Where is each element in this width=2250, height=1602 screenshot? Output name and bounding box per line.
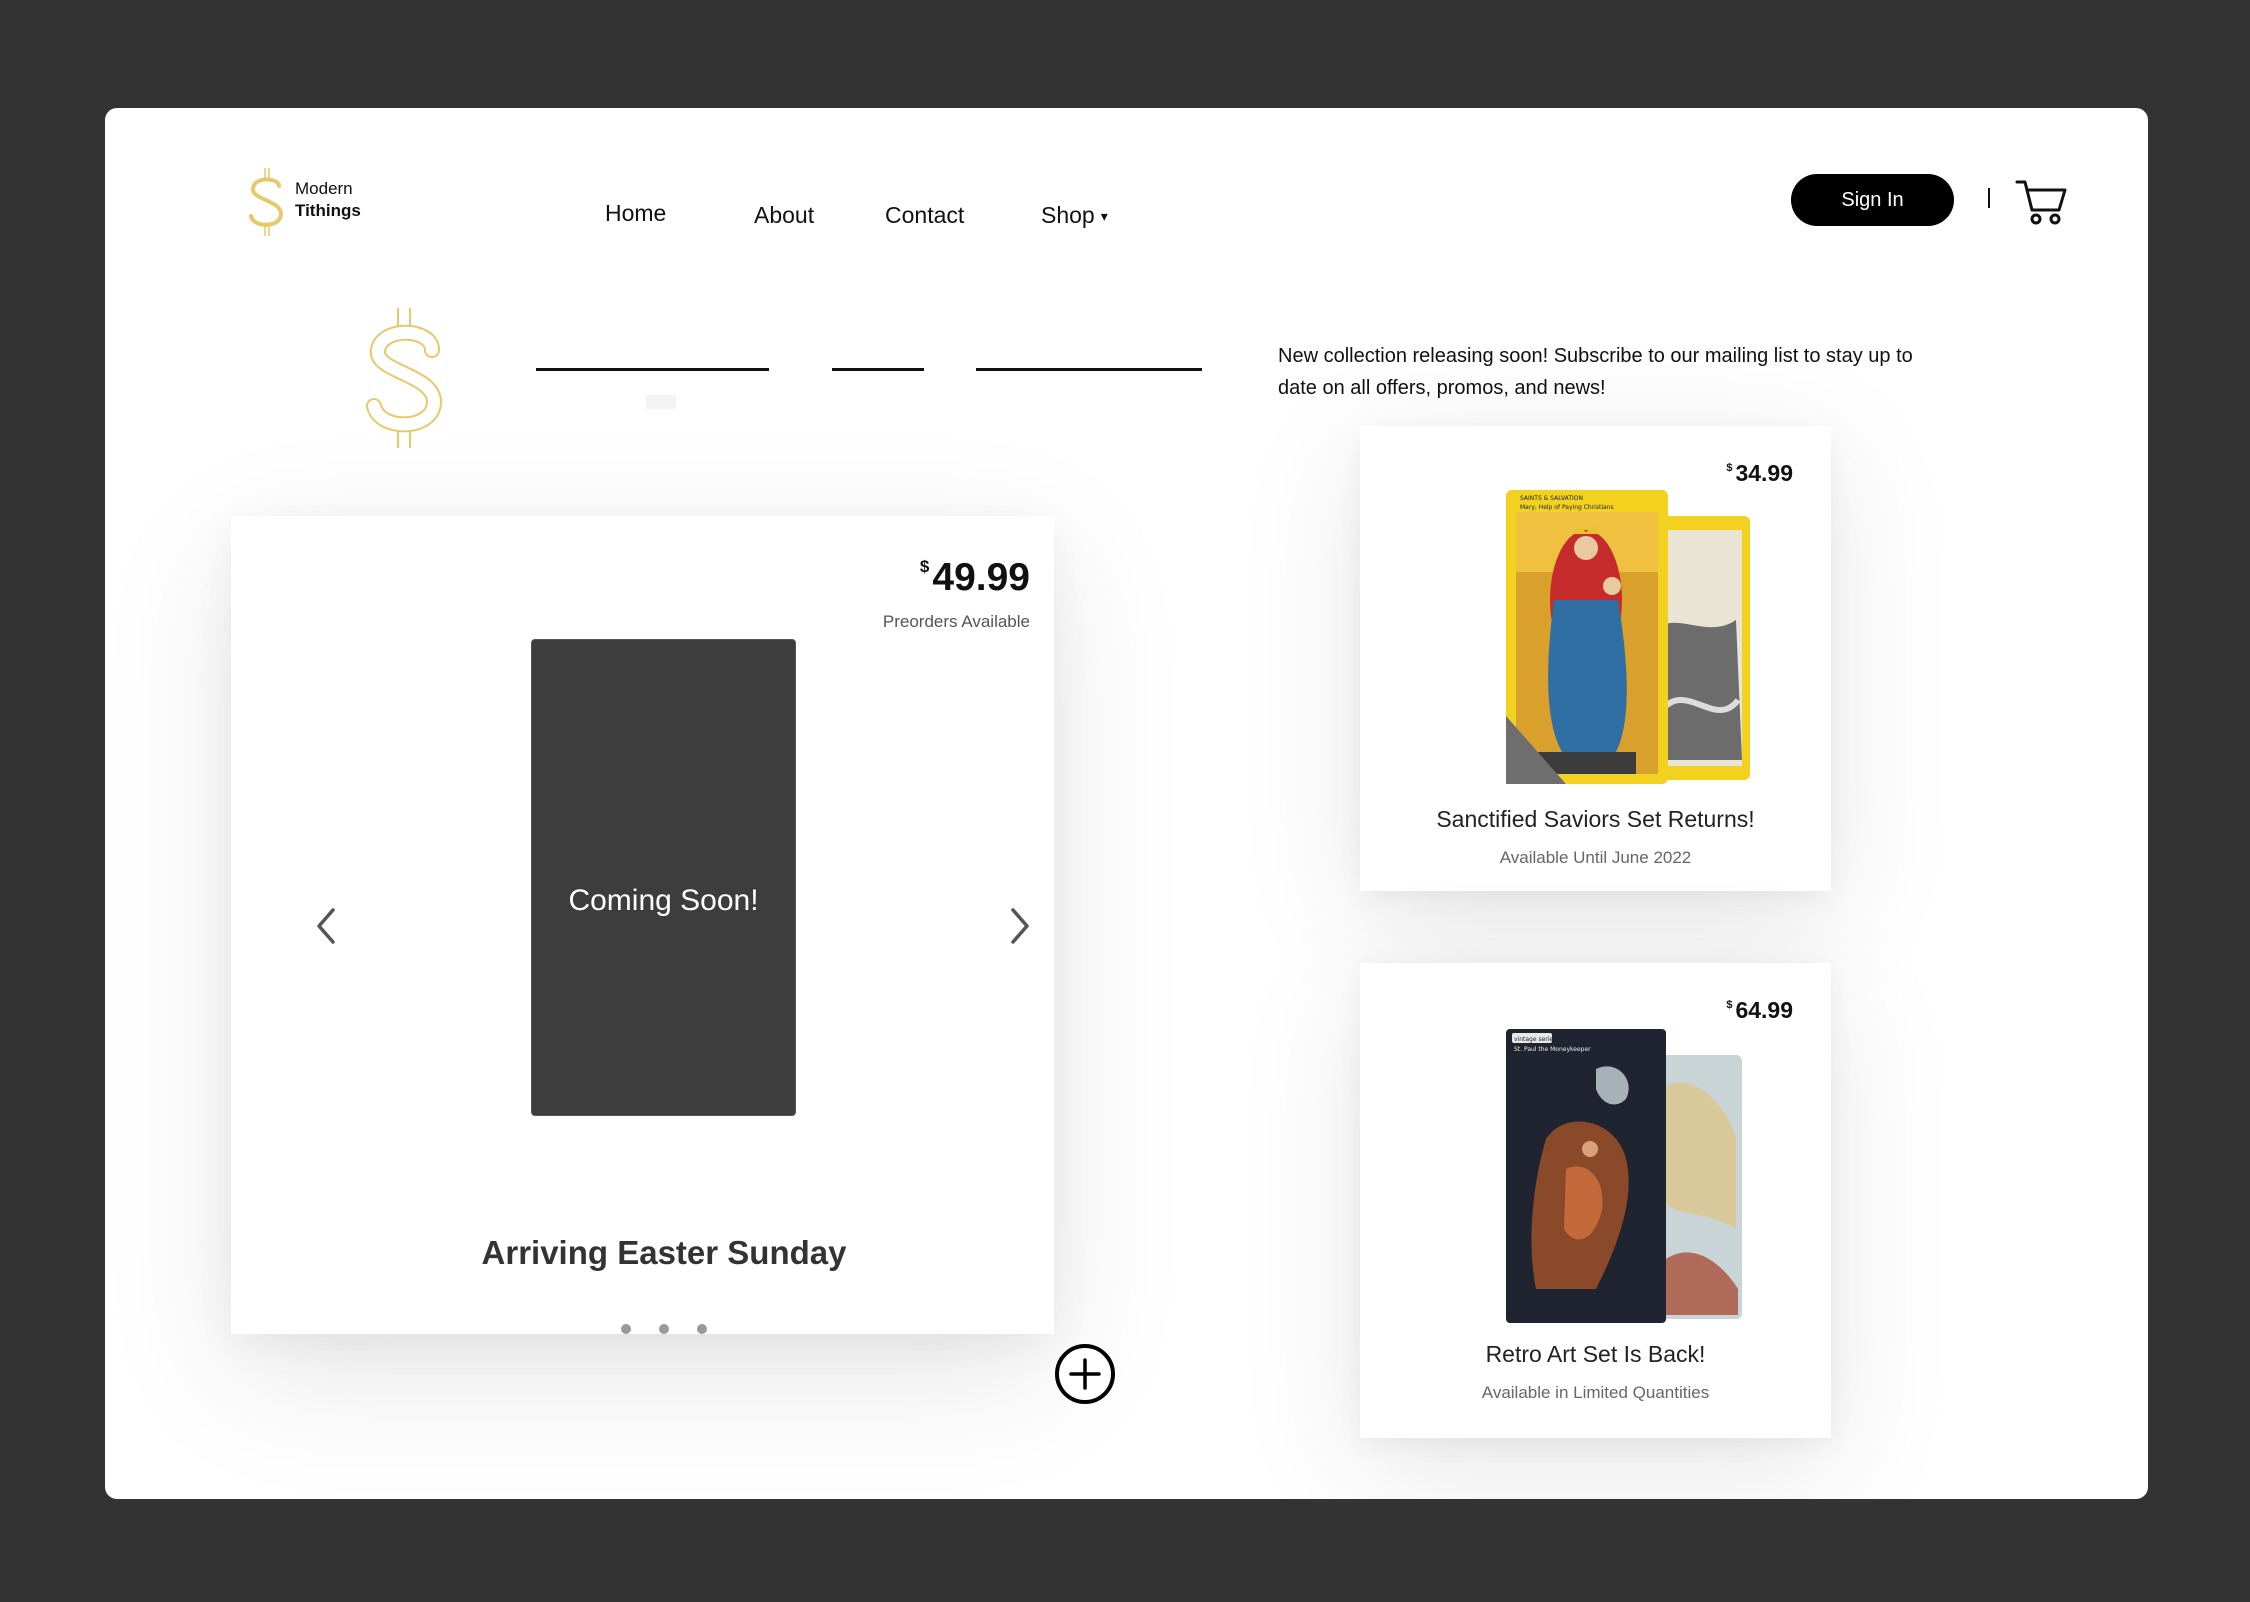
carousel-dots <box>231 1321 1097 1339</box>
product-image: SAINTS & SALVATION Mary, Help of Paying … <box>1506 490 1750 784</box>
featured-price: $49.99 <box>920 556 1030 600</box>
hero-decor-block <box>646 395 676 409</box>
currency-symbol: $ <box>919 557 930 576</box>
currency-symbol: $ <box>1726 462 1733 474</box>
product-image: vintage series St. Paul the Moneykeeper <box>1506 1029 1742 1323</box>
chevron-right-icon[interactable] <box>1007 904 1035 948</box>
page-frame: Modern Tithings Home About Contact Shop ▾… <box>105 108 2148 1499</box>
product-title: Retro Art Set Is Back! <box>1485 1341 1706 1367</box>
brand-name: Modern Tithings <box>295 178 361 222</box>
nav-home-link[interactable]: Home <box>605 200 666 227</box>
carousel-dot[interactable] <box>659 1324 669 1334</box>
product-subtitle: Available in Limited Quantities <box>1481 1383 1710 1402</box>
product-price: $34.99 <box>1726 460 1793 487</box>
nav-contact-link[interactable]: Contact <box>885 202 964 229</box>
nav-shop-label: Shop <box>1041 202 1095 228</box>
cart-icon[interactable] <box>2015 176 2069 226</box>
product-card[interactable]: $64.99 vintage series St. Paul the Money… <box>1360 963 1831 1438</box>
nav-about-link[interactable]: About <box>754 202 814 229</box>
brand-line-1: Modern <box>295 179 353 198</box>
hero-line <box>832 368 924 371</box>
product-subtitle: Available Until June 2022 <box>1499 848 1692 867</box>
nav-shop-dropdown[interactable]: Shop ▾ <box>1041 202 1108 229</box>
header-divider <box>1988 188 1990 208</box>
featured-product-image[interactable]: Coming Soon! <box>531 639 796 1116</box>
product-card[interactable]: $34.99 SAINTS & SALVATION Mary, Help of … <box>1360 426 1831 891</box>
card-label-name: Mary, Help of Paying Christians <box>1520 504 1614 511</box>
brand-line-2: Tithings <box>295 201 361 220</box>
carousel-dot[interactable] <box>621 1324 631 1334</box>
product-price-value: 64.99 <box>1735 997 1793 1023</box>
currency-symbol: $ <box>1726 999 1733 1011</box>
carousel-dot[interactable] <box>697 1324 707 1334</box>
preorder-note: Preorders Available <box>882 612 1030 631</box>
coming-soon-label: Coming Soon! <box>568 884 759 917</box>
card-label-name: St. Paul the Moneykeeper <box>1514 1046 1591 1053</box>
announcement-text: New collection releasing soon! Subscribe… <box>1278 345 1913 399</box>
featured-title: Arriving Easter Sunday <box>481 1234 847 1271</box>
featured-price-value: 49.99 <box>932 556 1030 599</box>
product-title: Sanctified Saviors Set Returns! <box>1436 806 1755 832</box>
chevron-left-icon[interactable] <box>311 904 339 948</box>
card-label-top: vintage series <box>1514 1036 1556 1043</box>
hero-line <box>536 368 769 371</box>
product-price: $64.99 <box>1726 997 1793 1024</box>
brand-logo[interactable]: Modern Tithings <box>245 164 395 244</box>
add-circle-icon[interactable] <box>1054 1343 1116 1405</box>
chevron-down-icon: ▾ <box>1100 208 1108 224</box>
dollar-decor-icon <box>366 308 443 448</box>
sign-in-button[interactable]: Sign In <box>1791 174 1954 226</box>
hero-line <box>976 368 1202 371</box>
product-price-value: 34.99 <box>1735 460 1793 486</box>
featured-product-card: $49.99 Preorders Available Coming Soon! … <box>231 516 1115 1404</box>
card-label-top: SAINTS & SALVATION <box>1520 495 1583 502</box>
dollar-logo-icon <box>249 168 284 236</box>
